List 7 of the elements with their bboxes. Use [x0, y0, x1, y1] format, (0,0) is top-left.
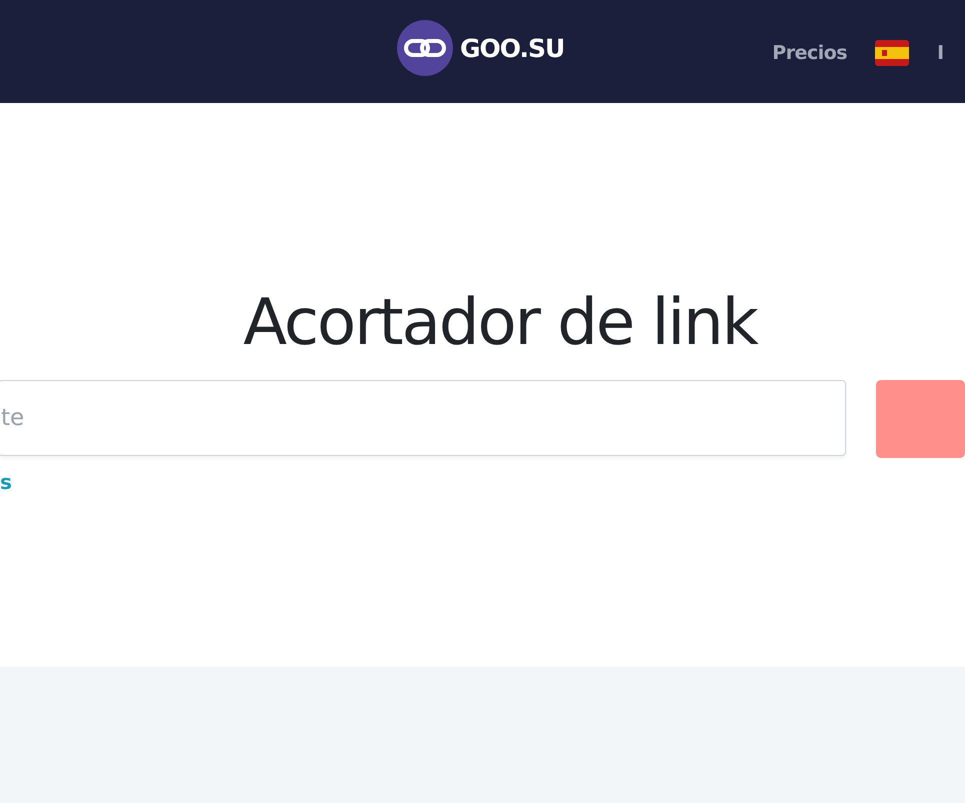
- page-heading: Acortador de link: [242, 285, 758, 362]
- chain-link-icon: [397, 20, 453, 76]
- logo-text[interactable]: GOO.SU: [460, 34, 564, 62]
- url-input-field[interactable]: te: [0, 380, 846, 456]
- spain-flag-icon[interactable]: [875, 40, 910, 66]
- nav-link[interactable]: Precios: [772, 42, 848, 64]
- nav-link[interactable]: I: [937, 42, 944, 64]
